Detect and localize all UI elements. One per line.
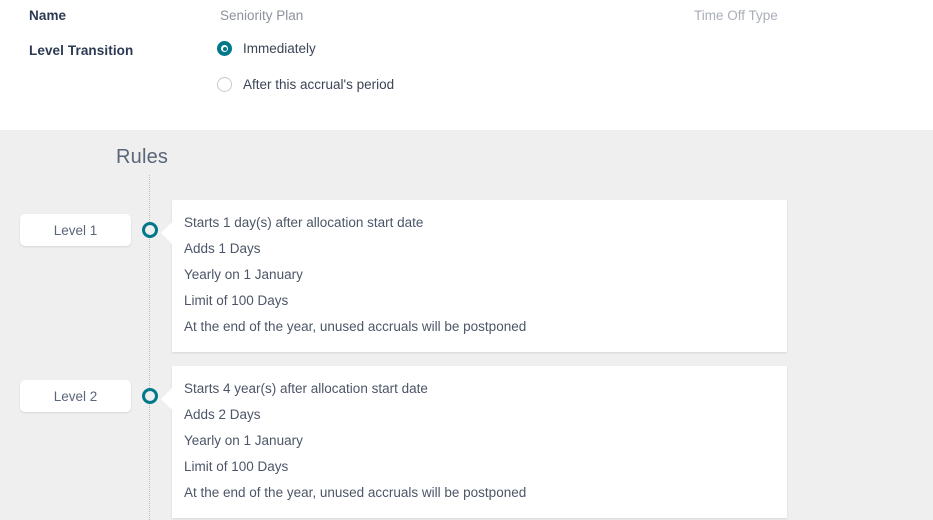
- rule-line: Limit of 100 Days: [184, 293, 289, 308]
- rule-line: Yearly on 1 January: [184, 267, 303, 282]
- radio-selected-icon[interactable]: [217, 41, 232, 56]
- rule-line: Adds 1 Days: [184, 241, 261, 256]
- rule-line: Limit of 100 Days: [184, 459, 289, 474]
- timeline-marker-icon: [142, 222, 158, 238]
- level-badge[interactable]: Level 1: [20, 214, 131, 246]
- rule-line: Adds 2 Days: [184, 407, 261, 422]
- name-field-value[interactable]: Seniority Plan: [220, 8, 303, 23]
- radio-unselected-icon[interactable]: [217, 77, 232, 92]
- name-field-label: Name: [29, 8, 67, 23]
- rule-line: Starts 1 day(s) after allocation start d…: [184, 215, 424, 230]
- rule-line: At the end of the year, unused accruals …: [184, 319, 527, 334]
- level-transition-option-after-period-label: After this accrual's period: [243, 77, 395, 92]
- level-transition-option-after-period[interactable]: After this accrual's period: [217, 77, 394, 92]
- level-transition-option-immediately[interactable]: Immediately: [217, 41, 316, 56]
- timeline-marker-icon: [142, 388, 158, 404]
- level-badge[interactable]: Level 2: [20, 380, 131, 412]
- level-transition-option-immediately-label: Immediately: [243, 41, 316, 56]
- accrual-plan-form: Name Seniority Plan Time Off Type Level …: [0, 0, 933, 130]
- rule-line: Yearly on 1 January: [184, 433, 303, 448]
- rule-card[interactable]: Starts 1 day(s) after allocation start d…: [161, 200, 787, 352]
- time-off-type-field-label[interactable]: Time Off Type: [694, 8, 778, 23]
- rules-section-title: Rules: [116, 146, 169, 168]
- rules-section: Rules Level 1 Starts 1 day(s) after allo…: [0, 130, 933, 520]
- rule-line: Starts 4 year(s) after allocation start …: [184, 381, 428, 396]
- rule-line: At the end of the year, unused accruals …: [184, 485, 527, 500]
- rule-card[interactable]: Starts 4 year(s) after allocation start …: [161, 366, 787, 518]
- level-transition-label: Level Transition: [29, 43, 134, 58]
